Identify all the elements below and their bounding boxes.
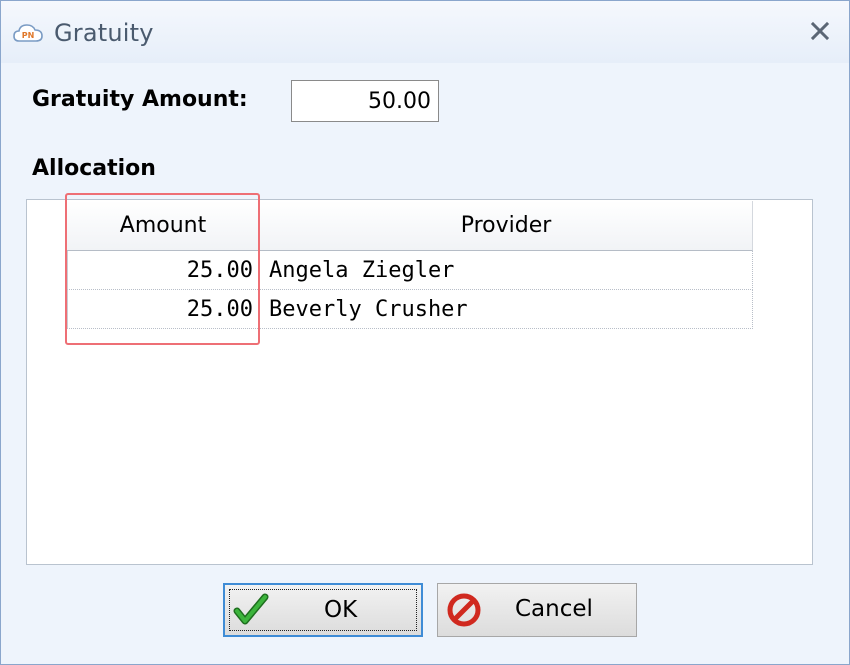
provider-cell[interactable]: Beverly Crusher (260, 290, 753, 329)
title-bar: PN Gratuity (1, 1, 849, 63)
gratuity-amount-label: Gratuity Amount: (32, 87, 248, 112)
table-row[interactable]: 25.00 Beverly Crusher (67, 290, 753, 329)
ok-button-label: OK (324, 597, 358, 623)
svg-text:PN: PN (22, 31, 35, 40)
amount-cell[interactable]: 25.00 (67, 290, 260, 329)
gratuity-amount-input[interactable] (291, 80, 439, 122)
cancel-button-label: Cancel (515, 596, 593, 622)
table-row[interactable]: 25.00 Angela Ziegler (67, 251, 753, 290)
grid-header: Amount Provider (67, 201, 753, 251)
column-header-provider[interactable]: Provider (260, 201, 753, 251)
column-header-amount[interactable]: Amount (67, 201, 260, 251)
provider-cell[interactable]: Angela Ziegler (260, 251, 753, 290)
amount-cell[interactable]: 25.00 (67, 251, 260, 290)
cancel-button[interactable]: Cancel (437, 583, 637, 637)
cancel-icon (446, 592, 482, 628)
window-title: Gratuity (54, 19, 154, 47)
ok-button[interactable]: OK (223, 583, 423, 637)
allocation-grid: Amount Provider 25.00 Angela Ziegler 25.… (67, 201, 753, 329)
close-button[interactable] (804, 17, 836, 49)
allocation-heading: Allocation (32, 156, 156, 181)
close-icon (810, 21, 830, 45)
checkmark-icon (233, 593, 269, 629)
pn-cloud-icon: PN (12, 21, 44, 45)
gratuity-dialog: PN Gratuity Gratuity Amount: Allocation … (0, 0, 850, 665)
